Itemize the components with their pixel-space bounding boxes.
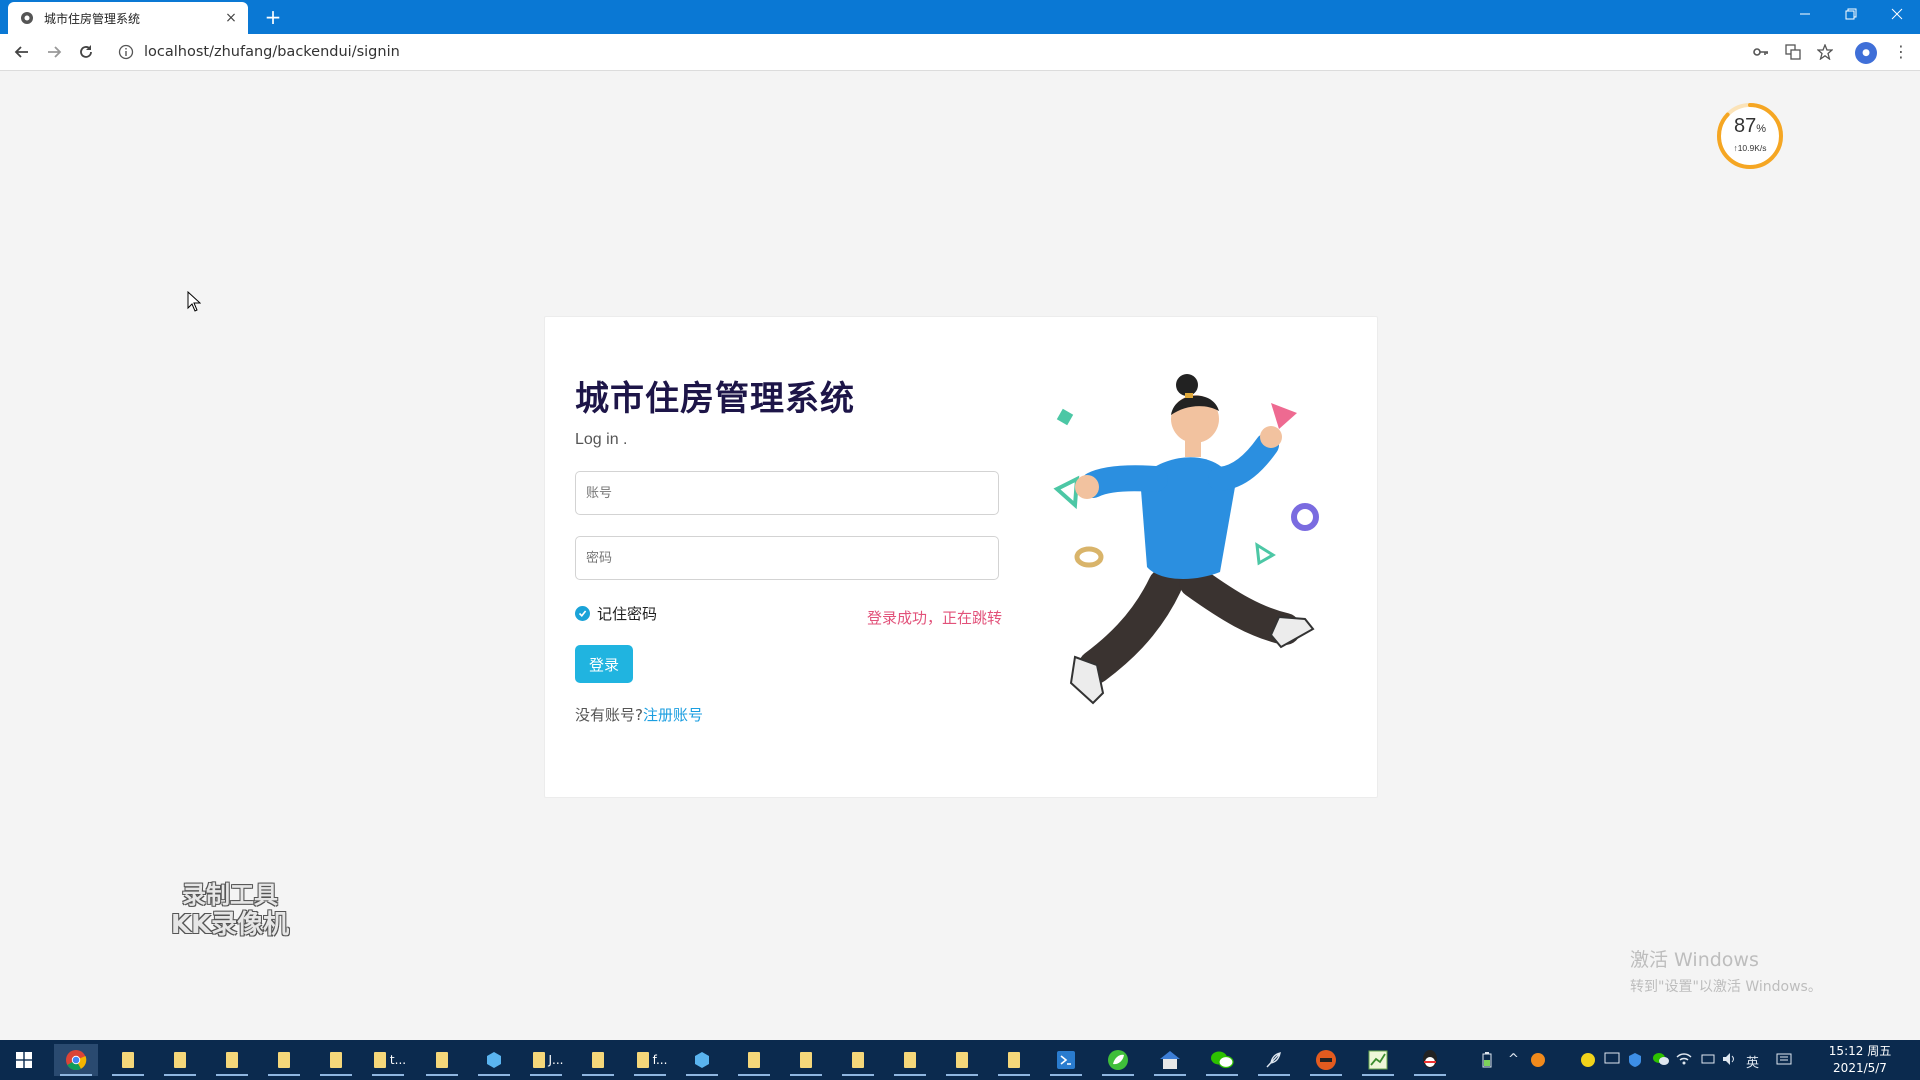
- network-tray-icon[interactable]: [1700, 1052, 1716, 1070]
- battery-tray-icon[interactable]: [1482, 1052, 1492, 1072]
- password-input[interactable]: [575, 536, 999, 580]
- page-title: 城市住房管理系统: [575, 379, 855, 419]
- page-favicon-icon: [20, 11, 34, 25]
- browser-tab[interactable]: 城市住房管理系统 ×: [8, 2, 248, 34]
- minimize-icon[interactable]: [1782, 0, 1828, 28]
- green-leaf-app-icon[interactable]: [1096, 1044, 1140, 1076]
- taskbar-folder-f[interactable]: f...: [628, 1044, 676, 1076]
- purple-ring-shape: [1291, 503, 1319, 531]
- gold-ring-shape: [1074, 546, 1104, 568]
- clock-date: 2021/5/7: [1833, 1061, 1887, 1075]
- folder-icon[interactable]: [262, 1044, 306, 1076]
- recorder-watermark: 录制工具 KK录像机: [160, 880, 300, 940]
- meter-speed: ↑10.9K/s: [1733, 143, 1767, 153]
- menu-dots-icon[interactable]: ⋮: [1893, 42, 1909, 64]
- qq-icon[interactable]: [1408, 1044, 1452, 1076]
- folder-icon[interactable]: [940, 1044, 984, 1076]
- login-subtitle: Log in .: [575, 431, 628, 448]
- folder-icon[interactable]: [210, 1044, 254, 1076]
- login-button[interactable]: 登录: [575, 645, 633, 683]
- signup-prompt: 没有账号?注册账号: [575, 704, 703, 725]
- running-person-illustration: [1053, 374, 1319, 705]
- close-window-icon[interactable]: [1874, 0, 1920, 28]
- clock-time: 15:12 周五: [1828, 1044, 1892, 1058]
- folder-icon[interactable]: [836, 1044, 880, 1076]
- activation-hint: 转到"设置"以激活 Windows。: [1630, 979, 1822, 995]
- shield-tray-icon[interactable]: [1628, 1052, 1642, 1072]
- forward-arrow-icon[interactable]: [42, 40, 66, 64]
- app-cube-icon[interactable]: [680, 1044, 724, 1076]
- pink-triangle-shape: [1271, 403, 1297, 429]
- yellow-tray-icon[interactable]: [1580, 1052, 1596, 1072]
- folder-icon[interactable]: [106, 1044, 150, 1076]
- app-cube-icon[interactable]: [472, 1044, 516, 1076]
- feather-app-icon[interactable]: [1252, 1044, 1296, 1076]
- recorder-line-2: KK录像机: [170, 910, 290, 940]
- folder-icon[interactable]: [732, 1044, 776, 1076]
- screen-tray-icon[interactable]: [1604, 1052, 1620, 1070]
- username-input[interactable]: [575, 471, 999, 515]
- folder-icon[interactable]: [158, 1044, 202, 1076]
- url-text[interactable]: localhost/zhufang/backendui/signin: [144, 44, 400, 60]
- new-tab-button[interactable]: +: [262, 6, 284, 28]
- vscode-icon[interactable]: [1044, 1044, 1088, 1076]
- taskbar-clock[interactable]: 15:12 周五 2021/5/7: [1820, 1043, 1900, 1077]
- recorder-line-1: 录制工具: [182, 881, 278, 909]
- green-small-triangle-shape: [1255, 542, 1276, 566]
- register-link[interactable]: 注册账号: [643, 706, 703, 724]
- login-card: 城市住房管理系统 Log in . 记住密码 登录成功，正在跳转 登录 没有账号…: [544, 316, 1378, 798]
- browser-titlebar: 城市住房管理系统 × +: [0, 0, 1920, 34]
- address-bar[interactable]: localhost/zhufang/backendui/signin: [110, 38, 1750, 66]
- chrome-icon[interactable]: [54, 1044, 98, 1076]
- star-icon[interactable]: [1816, 43, 1834, 61]
- meter-percent: 87%: [1733, 115, 1767, 137]
- taskbar-folder-t[interactable]: t...: [366, 1044, 414, 1076]
- tab-close-icon[interactable]: ×: [222, 9, 240, 27]
- browser-toolbar: localhost/zhufang/backendui/signin ● ⋮: [0, 34, 1920, 71]
- windows-activation-notice: 激活 Windows 转到"设置"以激活 Windows。: [1630, 945, 1822, 996]
- windows-taskbar: t... J... f... ^ 英: [0, 1040, 1920, 1080]
- wechat-tray-icon[interactable]: [1652, 1052, 1670, 1070]
- house-app-icon[interactable]: [1148, 1044, 1192, 1076]
- windows-start-icon[interactable]: [2, 1044, 46, 1076]
- restore-icon[interactable]: [1828, 0, 1874, 28]
- folder-icon[interactable]: [420, 1044, 464, 1076]
- tab-title: 城市住房管理系统: [44, 11, 141, 26]
- key-icon[interactable]: [1752, 43, 1770, 61]
- info-icon[interactable]: [118, 44, 134, 60]
- folder-icon[interactable]: [992, 1044, 1036, 1076]
- folder-icon[interactable]: [784, 1044, 828, 1076]
- translate-icon[interactable]: [1784, 43, 1802, 61]
- profile-avatar[interactable]: ●: [1855, 42, 1877, 64]
- green-square-shape: [1056, 408, 1074, 426]
- ime-indicator[interactable]: 英: [1746, 1052, 1759, 1071]
- activation-title: 激活 Windows: [1630, 949, 1759, 971]
- login-status-message: 登录成功，正在跳转: [866, 609, 1002, 627]
- taskbar-folder-j[interactable]: J...: [524, 1044, 572, 1076]
- green-triangle-shape: [1053, 475, 1080, 510]
- network-meter[interactable]: 87% ↑10.9K/s: [1714, 100, 1786, 172]
- folder-icon[interactable]: [888, 1044, 932, 1076]
- remember-password-checkbox[interactable]: 记住密码: [575, 603, 657, 624]
- checkmark-icon[interactable]: [575, 606, 590, 621]
- wifi-tray-icon[interactable]: [1676, 1052, 1692, 1070]
- remember-label: 记住密码: [597, 605, 658, 623]
- no-account-text: 没有账号?: [575, 706, 643, 724]
- wechat-icon[interactable]: [1200, 1044, 1244, 1076]
- chart-app-icon[interactable]: [1356, 1044, 1400, 1076]
- back-arrow-icon[interactable]: [10, 40, 34, 64]
- folder-icon[interactable]: [314, 1044, 358, 1076]
- mouse-cursor-icon: [187, 291, 201, 312]
- orange-app-icon[interactable]: [1304, 1044, 1348, 1076]
- orange-tray-icon[interactable]: [1530, 1052, 1546, 1072]
- chevron-up-icon[interactable]: ^: [1508, 1052, 1519, 1067]
- keyboard-tray-icon[interactable]: [1776, 1052, 1792, 1070]
- reload-icon[interactable]: [74, 40, 98, 64]
- folder-icon[interactable]: [576, 1044, 620, 1076]
- volume-tray-icon[interactable]: [1722, 1052, 1738, 1070]
